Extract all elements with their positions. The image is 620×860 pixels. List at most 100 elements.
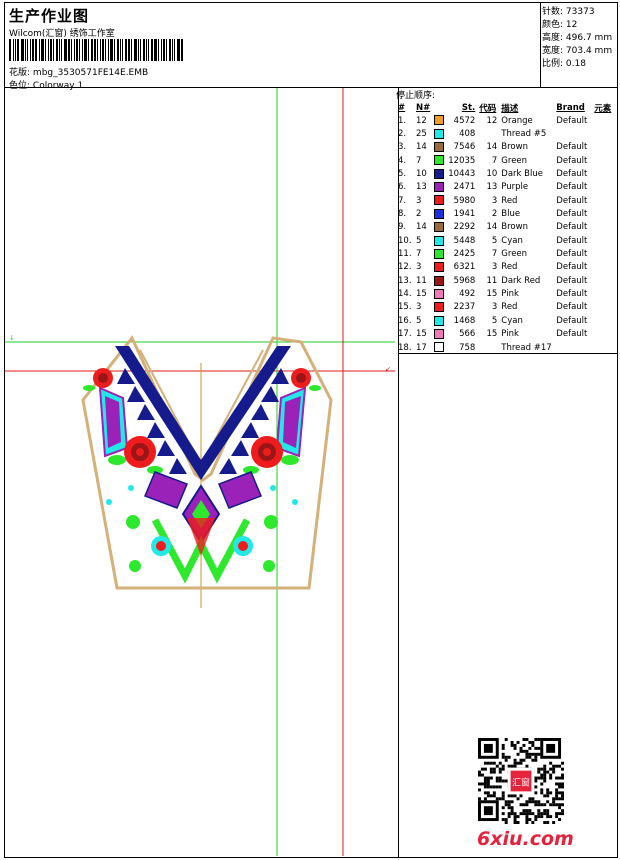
qr-module <box>537 738 541 741</box>
qr-module <box>543 776 547 780</box>
qr-module <box>531 800 535 804</box>
row-description: Thread #17 <box>501 342 552 353</box>
row-element <box>592 114 613 127</box>
row-code: 3 <box>491 262 498 273</box>
qr-module <box>478 773 481 777</box>
qr-module <box>513 743 517 747</box>
thread-row: 8. 2 1941 2 Blue Default <box>396 207 613 220</box>
qr-module <box>534 818 538 822</box>
lozenge-left <box>144 471 188 509</box>
barcode-bar <box>56 39 58 61</box>
barcode-bar <box>161 39 162 61</box>
row-needle: 17 <box>416 342 427 353</box>
qr-module <box>525 752 529 756</box>
row-description: Dark Blue <box>501 169 543 180</box>
row-stitches: 2471 <box>453 182 476 193</box>
qr-module <box>522 803 526 807</box>
qr-finder <box>483 806 493 816</box>
thread-row: 11. 7 2425 7 Green Default <box>396 247 613 260</box>
thread-row: 12. 3 6321 3 Red Default <box>396 261 613 274</box>
qr-code[interactable]: 汇窗 <box>478 738 564 824</box>
row-needle: 14 <box>416 142 427 153</box>
qr-module <box>543 821 547 824</box>
col-stitches: St. <box>461 102 476 113</box>
qr-module <box>555 788 559 792</box>
qr-module <box>489 794 493 798</box>
row-description: Cyan <box>501 315 523 326</box>
qr-module <box>495 797 499 801</box>
design-file-line: 花版: mbg_3530571FE14E.EMB <box>9 65 148 78</box>
qr-module <box>504 779 508 783</box>
row-element <box>592 167 613 180</box>
qr-module <box>540 803 544 807</box>
qr-module <box>549 803 553 807</box>
row-index: 18. <box>398 342 412 353</box>
qr-module <box>549 791 553 795</box>
barcode-bar <box>94 39 96 61</box>
color-swatch <box>434 155 445 166</box>
qr-module <box>534 779 538 783</box>
qr-module <box>522 812 526 816</box>
thread-row: 9. 14 2292 14 Brown Default <box>396 221 613 234</box>
qr-module <box>534 791 538 795</box>
qr-module <box>501 797 505 801</box>
barcode-bar <box>39 39 40 61</box>
qr-module <box>495 764 499 768</box>
color-swatch <box>434 128 445 139</box>
qr-module <box>534 785 538 789</box>
row-index: 14. <box>398 289 412 300</box>
qr-module <box>540 773 544 777</box>
row-index: 1. <box>398 115 407 126</box>
row-stitches: 1941 <box>453 209 476 220</box>
qr-module <box>486 794 490 798</box>
qr-module <box>552 770 556 774</box>
qr-module <box>561 767 564 771</box>
stat-stitches: 针数: 73373 <box>542 7 595 17</box>
qr-module <box>531 821 535 824</box>
qr-module <box>537 770 541 774</box>
barcode-bar <box>172 39 173 61</box>
row-code: 14 <box>486 142 498 153</box>
barcode-bar <box>117 39 119 61</box>
row-swatch <box>432 221 446 234</box>
qr-module <box>498 797 502 801</box>
lozenge-right <box>218 471 262 509</box>
barcode-bar <box>100 39 101 61</box>
qr-module <box>486 782 490 786</box>
qr-module <box>504 758 508 762</box>
row-description: Green <box>501 249 528 260</box>
qr-module <box>522 749 526 753</box>
qr-module <box>534 758 538 762</box>
qr-module <box>561 812 564 816</box>
stats-divider <box>540 3 541 87</box>
design-label: 花版: <box>9 68 31 78</box>
barcode-bar <box>30 39 31 61</box>
col-needle: N# <box>416 102 431 113</box>
stat-height: 高度: 496.7 mm <box>542 33 613 43</box>
row-stitches: 12035 <box>448 155 476 166</box>
qr-module <box>492 791 496 795</box>
qr-module <box>504 818 508 822</box>
qr-module <box>498 785 502 789</box>
row-brand: Default <box>556 262 588 273</box>
qr-module <box>561 785 564 789</box>
qr-module <box>513 812 517 816</box>
qr-module <box>480 773 484 777</box>
qr-module <box>549 767 553 771</box>
qr-module <box>480 782 484 786</box>
qr-module <box>528 752 532 756</box>
qr-module <box>495 785 499 789</box>
qr-finder <box>546 743 556 753</box>
col-element: 元素 <box>594 103 612 114</box>
qr-module <box>552 803 556 807</box>
row-needle: 5 <box>416 235 422 246</box>
row-needle: 3 <box>416 302 422 313</box>
row-brand <box>554 341 592 354</box>
qr-module <box>558 803 562 807</box>
qr-module <box>507 800 511 804</box>
qr-module <box>555 776 559 780</box>
qr-module <box>519 749 523 753</box>
qr-module <box>546 809 550 813</box>
qr-module <box>478 797 481 801</box>
row-index: 17. <box>398 329 412 340</box>
